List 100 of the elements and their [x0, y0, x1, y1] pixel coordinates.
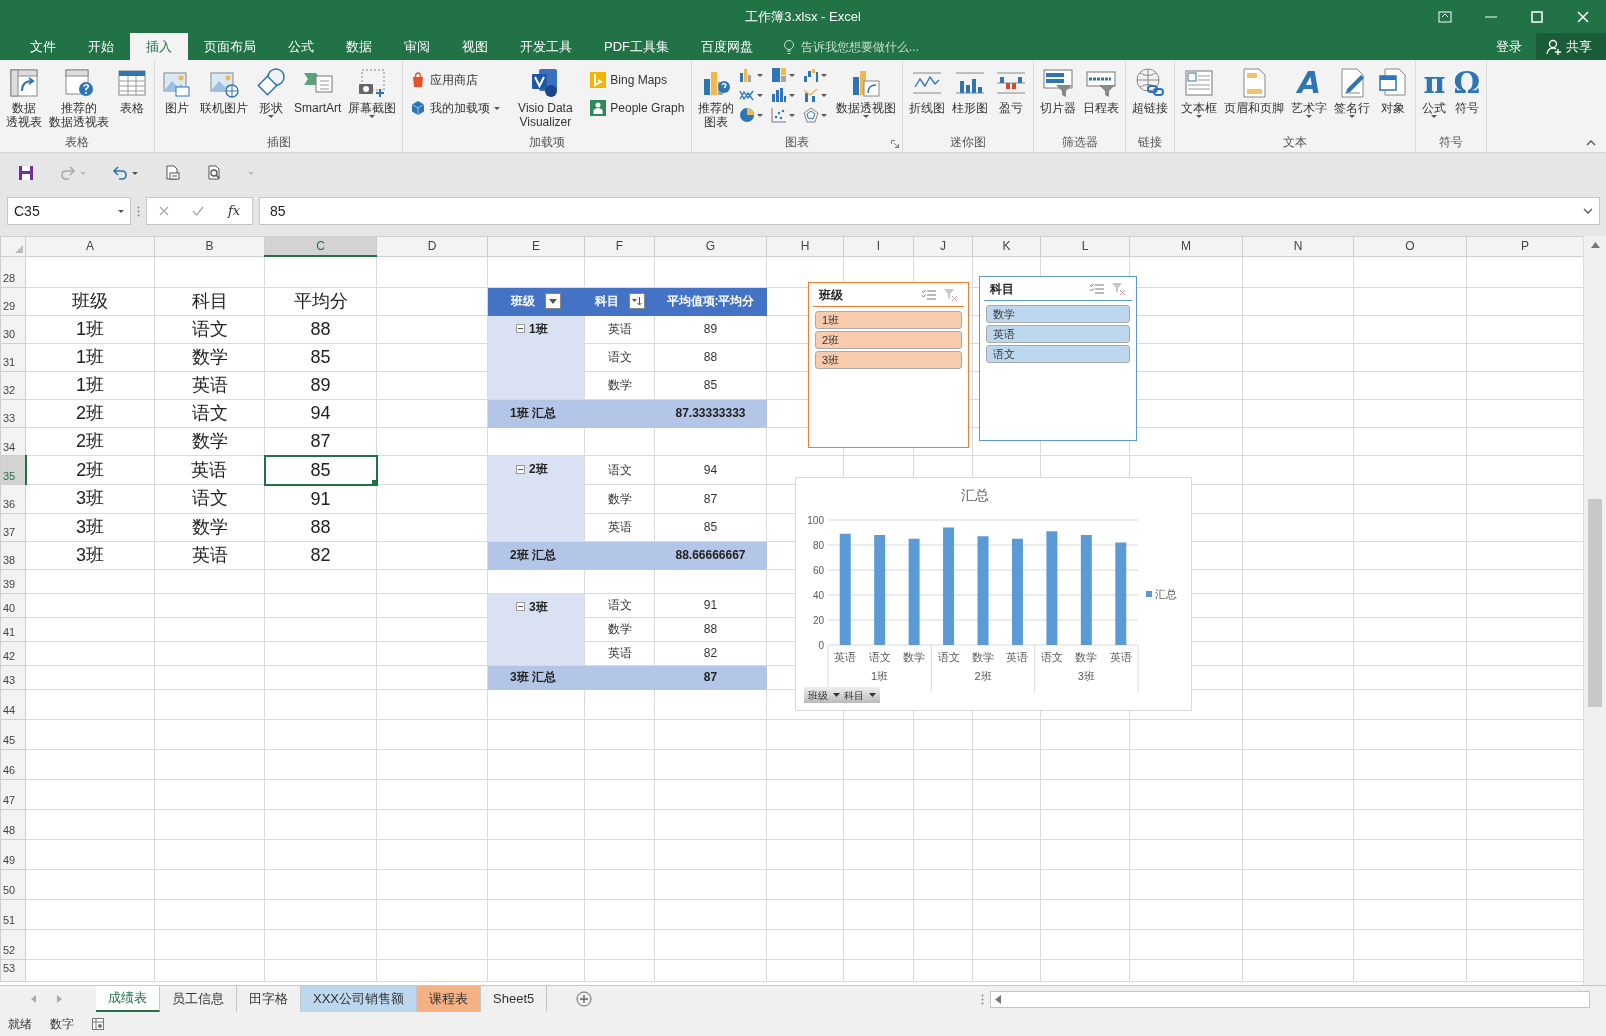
sheet-tab[interactable]: 课程表: [417, 986, 481, 1012]
row-header[interactable]: 40: [0, 593, 26, 617]
row-header[interactable]: 38: [0, 541, 26, 569]
ribbon-button[interactable]: People Graph: [586, 97, 689, 119]
sheet-tab[interactable]: XXX公司销售额: [301, 986, 417, 1012]
ribbon-tab[interactable]: 审阅: [388, 33, 446, 60]
filter-button[interactable]: [545, 293, 561, 309]
ribbon-tab[interactable]: 开始: [72, 33, 130, 60]
share-button[interactable]: 共享: [1536, 33, 1606, 60]
ribbon-button[interactable]: 文本框: [1178, 63, 1221, 120]
ribbon-tab[interactable]: 数据: [330, 33, 388, 60]
ribbon-button[interactable]: 推荐的 图表: [695, 63, 738, 131]
slicer-item[interactable]: 1班: [815, 311, 962, 329]
slicer-item[interactable]: 3班: [815, 351, 962, 369]
ribbon-tab[interactable]: 公式: [272, 33, 330, 60]
sort-filter-button[interactable]: [628, 293, 645, 309]
row-header[interactable]: 51: [0, 899, 26, 929]
row-header[interactable]: 47: [0, 779, 26, 809]
undo-button[interactable]: [110, 163, 140, 183]
row-header[interactable]: 28: [0, 256, 26, 287]
row-header[interactable]: 44: [0, 689, 26, 719]
slicer-item[interactable]: 英语: [986, 325, 1130, 343]
row-header[interactable]: 32: [0, 371, 26, 399]
sheet-tab[interactable]: 成绩表: [96, 986, 160, 1012]
scrollbar-thumb[interactable]: [1588, 499, 1602, 707]
column-header[interactable]: K: [972, 236, 1041, 256]
row-header[interactable]: 33: [0, 399, 26, 427]
horizontal-scrollbar[interactable]: [990, 990, 1590, 1008]
table-cell[interactable]: 88: [264, 513, 377, 541]
ribbon-button[interactable]: 切片器: [1037, 63, 1080, 117]
ribbon-tab[interactable]: 插入: [130, 33, 188, 60]
column-header[interactable]: P: [1466, 236, 1583, 256]
ribbon-button[interactable]: 我的加载项: [406, 97, 505, 119]
ribbon-button[interactable]: A 艺术字: [1288, 63, 1331, 120]
collapse-button[interactable]: [516, 324, 525, 333]
column-header[interactable]: L: [1040, 236, 1130, 256]
ribbon-button[interactable]: Ω 符号: [1450, 63, 1484, 117]
row-header[interactable]: 36: [0, 484, 26, 513]
slicer-item[interactable]: 2班: [815, 331, 962, 349]
row-header[interactable]: 35: [0, 455, 26, 485]
sign-in-link[interactable]: 登录: [1482, 33, 1536, 60]
row-header[interactable]: 30: [0, 315, 26, 343]
vertical-scrollbar[interactable]: [1583, 236, 1606, 985]
ribbon-button[interactable]: 数据透视图: [833, 63, 900, 120]
row-header[interactable]: 53: [0, 959, 26, 981]
ribbon-button[interactable]: 对象: [1374, 63, 1413, 117]
row-header[interactable]: 52: [0, 929, 26, 959]
ribbon-button[interactable]: 签名行: [1331, 63, 1374, 120]
ribbon-button[interactable]: π 公式: [1419, 63, 1450, 120]
row-header[interactable]: 43: [0, 665, 26, 689]
column-header[interactable]: E: [487, 236, 585, 256]
row-header[interactable]: 46: [0, 749, 26, 779]
clear-filter-button[interactable]: [944, 288, 958, 302]
row-header[interactable]: 48: [0, 809, 26, 839]
column-header[interactable]: I: [843, 236, 914, 256]
column-header[interactable]: J: [913, 236, 973, 256]
ribbon-tab[interactable]: 开发工具: [504, 33, 588, 60]
dialog-launcher-button[interactable]: [891, 140, 900, 148]
ribbon-button[interactable]: 形状: [252, 63, 290, 120]
ribbon-button[interactable]: 联机图片: [197, 63, 251, 117]
ribbon-tab[interactable]: 视图: [446, 33, 504, 60]
table-cell[interactable]: 94: [264, 399, 377, 427]
tell-me-field[interactable]: 告诉我您想要做什么...: [799, 36, 999, 57]
column-header[interactable]: A: [25, 236, 155, 256]
column-header[interactable]: D: [376, 236, 488, 256]
multi-select-button[interactable]: [1089, 283, 1104, 295]
table-cell[interactable]: 85: [264, 343, 377, 371]
column-header[interactable]: F: [584, 236, 655, 256]
column-header[interactable]: O: [1353, 236, 1467, 256]
collapse-button[interactable]: [516, 602, 525, 611]
ribbon-button[interactable]: 折线图: [906, 63, 949, 117]
multi-select-button[interactable]: [921, 289, 936, 301]
ribbon-button[interactable]: 页眉和页脚: [1221, 63, 1288, 117]
ribbon-tab[interactable]: 文件: [14, 33, 72, 60]
ribbon-tab[interactable]: PDF工具集: [588, 33, 685, 60]
table-cell[interactable]: 88: [264, 315, 377, 343]
ribbon-tab[interactable]: 百度网盘: [685, 33, 769, 60]
row-header[interactable]: 50: [0, 869, 26, 899]
column-header[interactable]: M: [1129, 236, 1243, 256]
row-header[interactable]: 34: [0, 427, 26, 456]
table-cell[interactable]: 89: [264, 371, 377, 399]
row-header[interactable]: 45: [0, 719, 26, 749]
row-header[interactable]: 37: [0, 513, 26, 541]
clear-filter-button[interactable]: [1112, 282, 1126, 296]
ribbon-button[interactable]: Visio Data Visualizer: [505, 63, 586, 131]
row-header[interactable]: 41: [0, 617, 26, 641]
column-header[interactable]: N: [1242, 236, 1354, 256]
ribbon-button[interactable]: 柱形图: [949, 63, 992, 117]
ribbon-button[interactable]: 数据 透视表: [3, 63, 45, 131]
row-header[interactable]: 42: [0, 641, 26, 665]
ribbon-button[interactable]: 屏幕截图: [345, 63, 400, 120]
ribbon-button[interactable]: 日程表: [1080, 63, 1123, 117]
collapse-button[interactable]: [516, 464, 525, 474]
ribbon-button[interactable]: 图片: [158, 63, 196, 117]
ribbon-button[interactable]: 超链接: [1129, 63, 1172, 117]
name-box[interactable]: C35: [7, 197, 131, 225]
save-button[interactable]: [16, 163, 36, 183]
formula-field[interactable]: 85: [259, 197, 1600, 225]
row-header[interactable]: 31: [0, 343, 26, 371]
ribbon-button[interactable]: 应用商店: [406, 69, 505, 91]
